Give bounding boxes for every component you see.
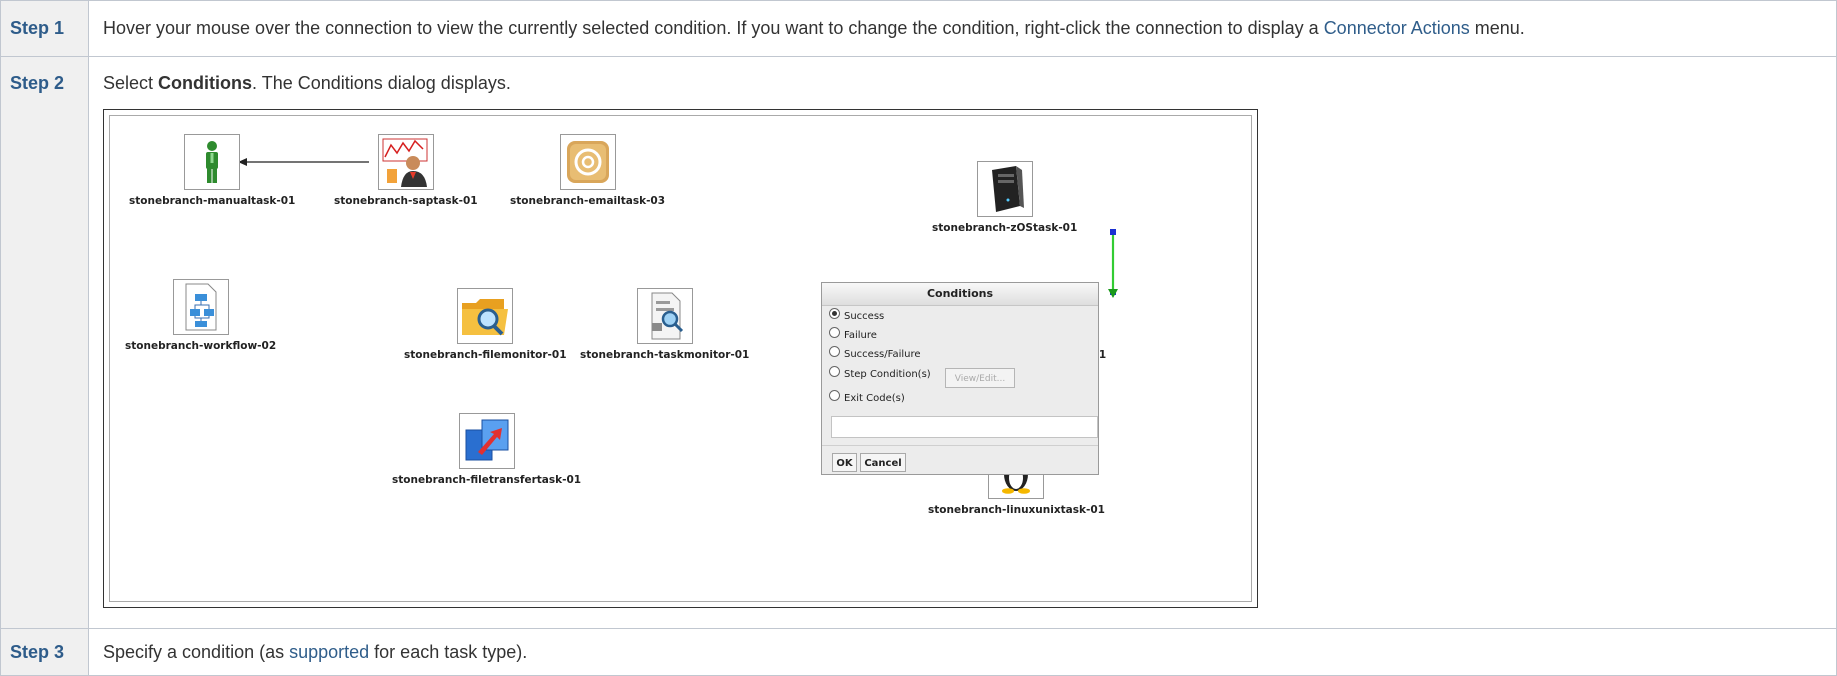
arrowhead-icon <box>1108 289 1118 298</box>
step-label: Step 1 <box>0 0 89 57</box>
supported-link[interactable]: supported <box>289 642 369 662</box>
task-label: stonebranch-saptask-01 <box>334 195 478 207</box>
task-label: stonebranch-taskmonitor-01 <box>580 349 750 361</box>
step-label: Step 2 <box>0 56 89 629</box>
conditions-dialog: Conditions Success Failure Success/Failu… <box>821 282 1099 475</box>
task-node[interactable]: stonebranch-zOStask-01 <box>932 161 1077 235</box>
step-label: Step 3 <box>0 628 89 676</box>
connector-handle[interactable] <box>1110 229 1116 235</box>
task-node[interactable]: stonebranch-filemonitor-01 <box>404 288 567 362</box>
task-node[interactable]: stonebranch-taskmonitor-01 <box>580 288 749 362</box>
folder-search-icon <box>462 299 509 336</box>
radio-icon <box>829 326 840 338</box>
task-label: stonebranch-emailtask-03 <box>510 195 666 207</box>
radio-failure[interactable]: Failure <box>829 326 877 343</box>
task-node[interactable]: stonebranch-filetransfertask-01 <box>392 413 581 487</box>
radio-icon <box>829 345 840 357</box>
view-edit-button[interactable]: View/Edit... <box>945 368 1015 388</box>
sap-icon <box>382 138 428 187</box>
connector-actions-link[interactable]: Connector Actions <box>1324 18 1470 38</box>
step-row-1: Step 1 Hover your mouse over the connect… <box>0 0 1837 57</box>
step-row-2: Step 2 Select Conditions. The Conditions… <box>0 56 1837 629</box>
divider <box>822 445 1098 446</box>
task-node[interactable]: stonebranch-saptask-01 <box>334 134 478 208</box>
step-text: Select Conditions. The Conditions dialog… <box>103 73 511 93</box>
connector-handle[interactable] <box>1110 289 1116 295</box>
dialog-title: Conditions <box>822 283 1098 306</box>
task-label: stonebranch-zOStask-01 <box>932 222 1078 234</box>
exit-codes-input[interactable] <box>831 416 1098 438</box>
task-node[interactable]: stonebranch-emailtask-03 <box>510 134 665 208</box>
radio-icon <box>829 365 840 377</box>
step-text: Specify a condition (as supported for ea… <box>88 628 1837 676</box>
server-icon <box>991 166 1024 212</box>
file-transfer-icon <box>465 419 509 461</box>
email-icon <box>566 141 609 183</box>
radio-exit-codes[interactable]: Exit Code(s) <box>829 389 905 406</box>
task-label: stonebranch-manualtask-01 <box>129 195 296 207</box>
workflow-canvas: stonebranch-manualtask-01 stonebranch-sa… <box>109 115 1252 602</box>
radio-step-conditions[interactable]: Step Condition(s) <box>829 365 931 382</box>
radio-success-failure[interactable]: Success/Failure <box>829 345 921 362</box>
task-monitor-icon <box>651 292 683 340</box>
step-content: Select Conditions. The Conditions dialog… <box>88 56 1837 629</box>
ok-button[interactable]: OK <box>832 453 857 472</box>
radio-icon <box>829 389 840 401</box>
steps-table: Step 1 Hover your mouse over the connect… <box>0 0 1837 676</box>
step-row-3: Step 3 Specify a condition (as supported… <box>0 628 1837 676</box>
step-text: Hover your mouse over the connection to … <box>88 0 1837 57</box>
radio-selected-icon <box>829 307 840 319</box>
task-label: stonebranch-filetransfertask-01 <box>392 474 582 486</box>
task-label: stonebranch-linuxunixtask-01 <box>928 504 1105 516</box>
workflow-icon <box>185 283 217 331</box>
task-label: stonebranch-workflow-02 <box>125 340 277 352</box>
task-label: stonebranch-filemonitor-01 <box>404 349 567 361</box>
radio-success[interactable]: Success <box>829 307 884 324</box>
task-node[interactable]: stonebranch-workflow-02 <box>125 279 276 353</box>
task-node[interactable]: stonebranch-manualtask-01 <box>129 134 295 208</box>
workflow-screenshot: stonebranch-manualtask-01 stonebranch-sa… <box>103 109 1258 608</box>
person-icon <box>206 141 219 183</box>
cancel-button[interactable]: Cancel <box>860 453 906 472</box>
